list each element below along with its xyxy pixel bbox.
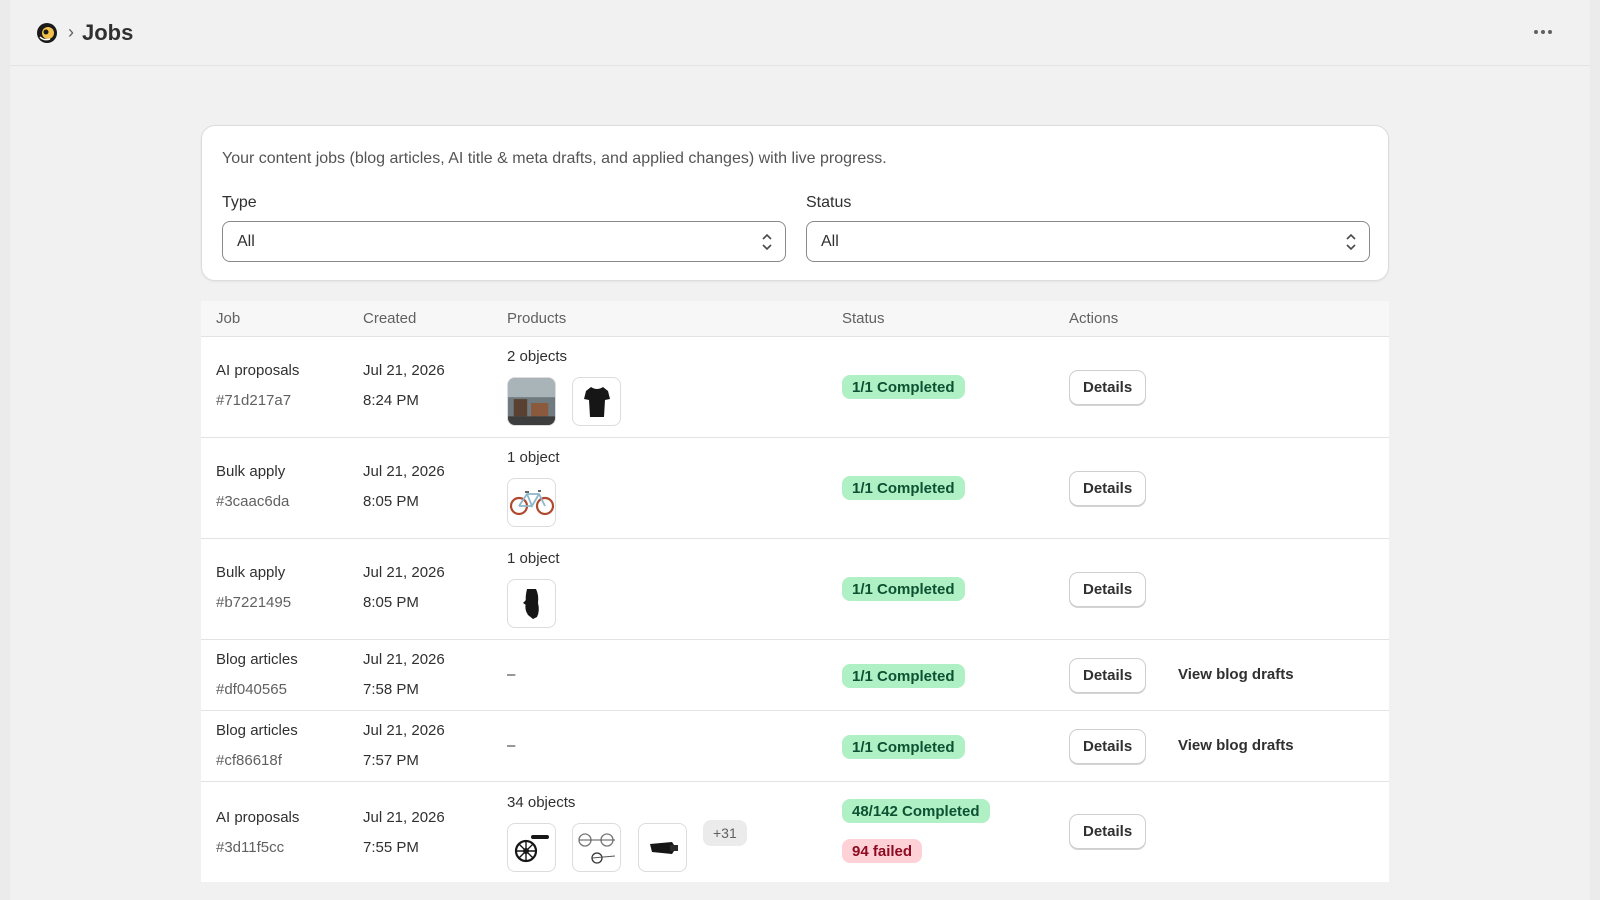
column-header-products: Products — [507, 310, 567, 327]
details-button[interactable]: Details — [1069, 729, 1147, 764]
products-empty: – — [507, 737, 516, 754]
status-badge: 1/1 Completed — [842, 577, 965, 601]
dot-icon — [1541, 30, 1545, 34]
status-badge: 1/1 Completed — [842, 664, 965, 688]
more-products-badge: +31 — [703, 820, 747, 846]
created-date: Jul 21, 2026 — [363, 463, 445, 480]
window-left-edge — [0, 0, 10, 900]
status-select[interactable]: All — [806, 221, 1370, 262]
job-type: Blog articles — [216, 722, 298, 739]
job-id: #3caac6da — [216, 493, 290, 510]
job-id: #71d217a7 — [216, 392, 292, 409]
products-count: 1 object — [507, 449, 560, 466]
breadcrumb-chevron-icon: › — [68, 22, 74, 42]
column-header-created: Created — [363, 310, 417, 327]
created-time: 8:05 PM — [363, 493, 419, 510]
job-id: #b7221495 — [216, 594, 292, 611]
column-header-actions: Actions — [1069, 310, 1119, 327]
created-time: 7:57 PM — [363, 752, 419, 769]
created-time: 8:24 PM — [363, 392, 419, 409]
view-blog-drafts-link[interactable]: View blog drafts — [1178, 737, 1294, 754]
type-select-value: All — [237, 232, 255, 250]
status-badge: 1/1 Completed — [842, 476, 965, 500]
job-id: #df040565 — [216, 681, 287, 698]
details-button[interactable]: Details — [1069, 658, 1147, 693]
job-type: AI proposals — [216, 362, 300, 379]
job-type: Bulk apply — [216, 463, 286, 480]
column-header-status: Status — [842, 310, 885, 327]
table-row[interactable]: Blog articles #df040565 Jul 21, 2026 7:5… — [201, 640, 1389, 711]
type-label: Type — [222, 194, 257, 211]
filter-card: Your content jobs (blog articles, AI tit… — [201, 125, 1389, 281]
table-header: Job Created Products Status Actions — [201, 301, 1389, 337]
select-chevrons-icon — [762, 233, 772, 251]
table-row[interactable]: Bulk apply #3caac6da Jul 21, 2026 8:05 P… — [201, 438, 1389, 539]
job-type: Blog articles — [216, 651, 298, 668]
job-id: #cf86618f — [216, 752, 282, 769]
created-date: Jul 21, 2026 — [363, 651, 445, 668]
jobs-table: Job Created Products Status Actions AI p… — [201, 301, 1389, 882]
glove-icon[interactable] — [507, 579, 556, 628]
page-title: Jobs — [82, 19, 134, 45]
created-date: Jul 21, 2026 — [363, 722, 445, 739]
table-row[interactable]: AI proposals #3d11f5cc Jul 21, 2026 7:55… — [201, 782, 1389, 882]
created-date: Jul 21, 2026 — [363, 362, 445, 379]
tshirt-icon[interactable] — [572, 377, 621, 426]
status-badge: 1/1 Completed — [842, 735, 965, 759]
products-count: 34 objects — [507, 794, 576, 811]
created-time: 7:55 PM — [363, 839, 419, 856]
crankset-icon[interactable] — [507, 823, 556, 872]
created-date: Jul 21, 2026 — [363, 564, 445, 581]
created-time: 7:58 PM — [363, 681, 419, 698]
table-row[interactable]: Blog articles #cf86618f Jul 21, 2026 7:5… — [201, 711, 1389, 782]
bicycle-icon[interactable] — [507, 478, 556, 527]
job-id: #3d11f5cc — [216, 839, 285, 856]
status-label: Status — [806, 194, 852, 211]
table-row[interactable]: AI proposals #71d217a7 Jul 21, 2026 8:24… — [201, 337, 1389, 438]
top-bar: › Jobs — [10, 0, 1590, 66]
failed-badge: 94 failed — [842, 839, 923, 863]
products-count: 2 objects — [507, 348, 568, 365]
more-actions-button[interactable] — [1528, 20, 1558, 44]
bike-part-icon[interactable] — [638, 823, 687, 872]
dot-icon — [1534, 30, 1538, 34]
created-time: 8:05 PM — [363, 594, 419, 611]
created-date: Jul 21, 2026 — [363, 809, 445, 826]
status-select-value: All — [821, 232, 839, 250]
table-row[interactable]: Bulk apply #b7221495 Jul 21, 2026 8:05 P… — [201, 539, 1389, 640]
status-badge: 1/1 Completed — [842, 375, 965, 399]
column-header-job: Job — [216, 310, 241, 327]
window-right-edge — [1590, 0, 1600, 900]
filter-description: Your content jobs (blog articles, AI tit… — [222, 150, 887, 167]
details-button[interactable]: Details — [1069, 370, 1147, 405]
details-button[interactable]: Details — [1069, 471, 1147, 506]
view-blog-drafts-link[interactable]: View blog drafts — [1178, 666, 1294, 683]
select-chevrons-icon — [1346, 233, 1356, 251]
sprocket-icon[interactable] — [572, 823, 621, 872]
status-badge: 48/142 Completed — [842, 799, 990, 823]
details-button[interactable]: Details — [1069, 572, 1147, 607]
job-type: Bulk apply — [216, 564, 286, 581]
app-logo-icon[interactable] — [36, 22, 58, 44]
details-button[interactable]: Details — [1069, 814, 1147, 849]
job-type: AI proposals — [216, 809, 300, 826]
products-empty: – — [507, 666, 516, 683]
type-select[interactable]: All — [222, 221, 786, 262]
dot-icon — [1548, 30, 1552, 34]
products-count: 1 object — [507, 550, 560, 567]
room-photo-icon[interactable] — [507, 377, 556, 426]
